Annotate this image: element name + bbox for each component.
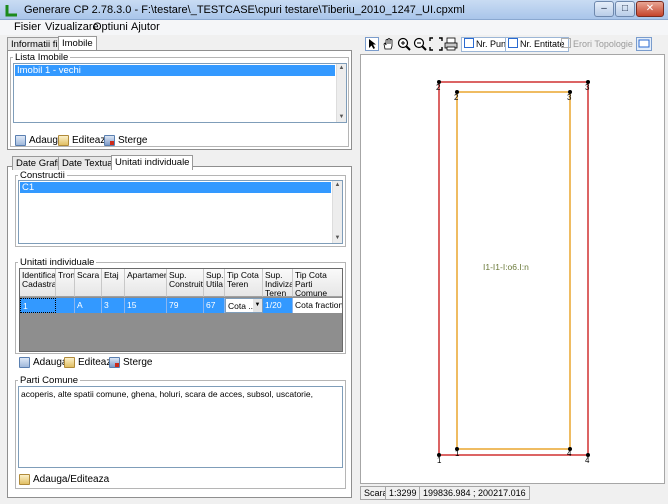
nr-entitate-toggle[interactable]: Nr. Entitate [505,37,569,52]
coordinates-readout: 199836.984 ; 200217.016 [419,486,530,500]
menu-optiuni[interactable]: Optiuni [93,21,128,33]
chevron-down-icon[interactable]: ▼ [253,299,262,312]
add-imobil-button[interactable]: Adauga [15,135,63,146]
map-toolbar: Nr. Punct Nr. Entitate Erori Topologie [360,36,665,53]
edit-icon [58,135,69,146]
close-button[interactable]: ✕ [636,1,664,17]
building-label: I1-I1-I:o6.I:n [483,262,529,272]
grid-cell[interactable]: 1/20 [263,298,293,313]
menu-fisier[interactable]: Fisier [14,21,41,33]
points-icon [464,38,474,48]
pan-hand-icon[interactable] [381,37,395,51]
entity-icon [508,38,518,48]
edit-icon [64,357,75,368]
pointer-icon[interactable] [365,37,379,51]
tab-unitati-individuale[interactable]: Unitati individuale [111,155,194,170]
list-item[interactable]: C1 [20,182,331,193]
lista-imobile-listbox[interactable]: Imobil 1 - vechi ▲ ▼ [13,63,347,123]
topology-icon [561,38,571,48]
menu-vizualizare[interactable]: Vizualizare [45,21,99,33]
minimize-button[interactable]: – [594,1,614,17]
tab-imobile[interactable]: Imobile [58,36,97,51]
column-header[interactable]: Scara [75,269,102,297]
tip-cota-teren-combo[interactable]: Cota ... ▼ [225,298,263,313]
column-header[interactable]: Tip Cota Teren [225,269,263,297]
layers-icon[interactable] [636,37,652,51]
column-header[interactable]: Tip Cota Parti Comune [293,269,342,297]
column-header[interactable]: Sup. Indiviza Teren [263,269,293,297]
grid-cell[interactable]: 67 [204,298,225,313]
zoom-extent-icon[interactable] [429,37,443,51]
app-icon [5,5,17,17]
grid-cell[interactable]: A [75,298,102,313]
point-label: 1 [455,449,460,458]
column-header[interactable]: Sup. Construita [167,269,204,297]
adauga-editeaza-button[interactable]: Adauga/Editeaza [19,474,109,485]
grid-cell[interactable] [56,298,75,313]
window-title: Generare CP 2.78.3.0 - F:\testare\_TESTC… [24,4,465,16]
parti-comune-textarea[interactable]: acoperis, alte spatii comune, ghena, hol… [18,386,343,468]
column-header[interactable]: Etaj [102,269,125,297]
point-label: 2 [454,93,459,102]
erori-topologie-toggle[interactable]: Erori Topologie [560,37,634,52]
unitati-grid[interactable]: Identificat Cadastral Tron Scara Etaj Ap… [19,268,343,352]
point-label: 3 [567,93,572,102]
lista-imobile-label: Lista Imobile [13,52,71,63]
add-icon [15,135,26,146]
delete-unitate-button[interactable]: Sterge [109,357,152,368]
delete-icon [109,357,120,368]
grid-cell[interactable]: Cota fraction... [293,298,342,313]
delete-icon [104,135,115,146]
zoom-out-icon[interactable] [413,37,427,51]
edit-icon [19,474,30,485]
list-item[interactable]: Imobil 1 - vechi [15,65,335,76]
point-label: 4 [567,449,572,458]
column-header[interactable]: Identificat Cadastral [20,269,56,297]
scrollbar[interactable]: ▲ ▼ [336,64,346,122]
menu-ajutor[interactable]: Ajutor [131,21,160,33]
add-unitate-button[interactable]: Adauga [19,357,67,368]
grid-cell[interactable]: 3 [102,298,125,313]
edit-imobil-button[interactable]: Editeaza [58,135,111,146]
unitati-label: Unitati individuale [18,257,97,268]
add-icon [19,357,30,368]
maximize-button[interactable]: □ [615,1,635,17]
menu-bar: Fisier Vizualizare Optiuni Ajutor [0,20,668,35]
point-label: 1 [437,456,442,465]
point-label: 4 [585,456,590,465]
column-header[interactable]: Sup. Utila [204,269,225,297]
scale-value: 1:3299 [385,486,421,500]
parti-comune-label: Parti Comune [18,375,81,386]
title-bar: Generare CP 2.78.3.0 - F:\testare\_TESTC… [0,0,668,20]
point-label: 3 [585,83,590,92]
map-canvas[interactable]: 1 2 3 4 1 2 3 4 I1-I1-I:o6.I:n [360,54,665,484]
grid-cell[interactable]: 1 [20,298,56,313]
column-header[interactable]: Apartament [125,269,167,297]
scrollbar[interactable]: ▲ ▼ [332,181,342,243]
delete-imobil-button[interactable]: Sterge [104,135,147,146]
zoom-in-icon[interactable] [397,37,411,51]
print-icon[interactable] [444,37,458,51]
constructii-listbox[interactable]: C1 ▲ ▼ [18,180,343,244]
grid-cell[interactable]: 79 [167,298,204,313]
point-label: 2 [436,83,441,92]
column-header[interactable]: Tron [56,269,75,297]
grid-cell[interactable]: 15 [125,298,167,313]
parti-comune-text: acoperis, alte spatii comune, ghena, hol… [21,389,313,399]
